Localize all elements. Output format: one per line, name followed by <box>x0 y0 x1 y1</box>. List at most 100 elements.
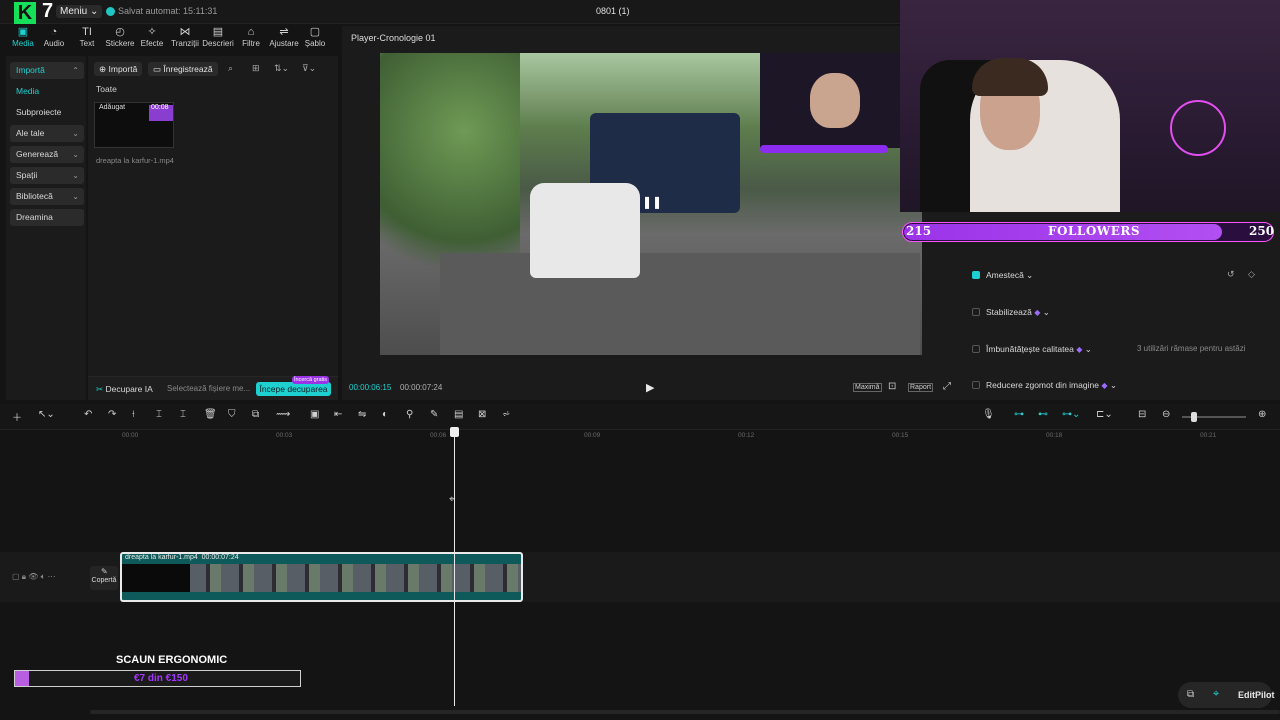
reset-icon[interactable]: ↺ <box>1227 269 1235 280</box>
pause-icon[interactable]: ❚❚ <box>642 195 662 209</box>
track-lock-icon[interactable]: ▢ 🔒︎ 👁︎ 🔈︎ ⋯ <box>12 572 56 582</box>
timeline-ruler[interactable] <box>90 430 1280 442</box>
zoom-out-icon[interactable]: ⊖ <box>1162 409 1170 420</box>
donation-goal-text: €7 din €150 <box>134 673 188 684</box>
tab-templates[interactable]: ▢ Șablo <box>298 26 332 48</box>
link-main-icon[interactable]: ⊶ <box>1014 409 1024 420</box>
tab-effects[interactable]: ✧ Efecte <box>135 26 169 48</box>
microphone-icon[interactable]: 🎙 <box>982 409 995 420</box>
ai-cut-label: ✂ Decupare IA <box>96 384 153 395</box>
keyframe-icon[interactable]: ◇ <box>1248 269 1255 280</box>
person-icon[interactable]: ⚲ <box>406 409 413 420</box>
redo-icon[interactable]: ↷ <box>108 409 116 420</box>
audio-icon: ◔ <box>50 26 58 38</box>
record-button[interactable]: ▭ Înregistrează <box>148 62 218 76</box>
tab-audio[interactable]: ◔ Audio <box>37 26 71 48</box>
tab-adjust[interactable]: ⇌ Ajustare <box>267 26 301 48</box>
nav-label: Ale tale <box>16 128 45 138</box>
tab-text[interactable]: TI Text <box>70 26 104 48</box>
ruler-tick: 00:12 <box>738 432 755 439</box>
select-tool-icon[interactable]: ↖⌄ <box>38 409 55 420</box>
undo-icon[interactable]: ↶ <box>84 409 92 420</box>
trim-left-icon[interactable]: ⌶ <box>156 409 162 420</box>
zoom-slider-handle[interactable] <box>1191 412 1197 422</box>
tab-filters[interactable]: ⌂ Filtre <box>234 26 268 48</box>
tab-captions[interactable]: ▤ Descrieri <box>201 26 235 48</box>
nav-library[interactable]: Bibliotecă ⌄ <box>10 188 84 205</box>
audio-wave-icon[interactable]: ⩫ <box>502 409 510 420</box>
copilot-icon[interactable]: ⌖ <box>1213 688 1219 701</box>
ratio-button[interactable]: Raport <box>908 383 934 392</box>
playhead-handle[interactable] <box>450 427 459 437</box>
filter-icon[interactable]: ⊽⌄ <box>302 63 316 74</box>
zoom-in-icon[interactable]: ⊕ <box>1258 409 1266 420</box>
autosave-icon <box>106 7 115 16</box>
checkbox-icon[interactable] <box>972 381 980 389</box>
prop-stabilize[interactable]: Stabilizează ◆ ⌄ <box>972 307 1050 318</box>
kick-logo: K <box>14 2 36 24</box>
nav-generate[interactable]: Generează ⌄ <box>10 146 84 163</box>
max-quality-button[interactable]: Maximă <box>853 383 882 392</box>
mirror-icon[interactable]: ⇋ <box>358 409 366 420</box>
magic-icon[interactable]: ✎ <box>430 409 438 420</box>
feedback-icon[interactable]: ⧉ <box>1187 689 1194 700</box>
start-cut-button[interactable]: Începe decuparea <box>256 382 331 396</box>
prop-enhance[interactable]: Îmbunătățește calitatea ◆ ⌄ <box>972 344 1092 355</box>
trim-right-icon[interactable]: ⌶ <box>180 409 186 420</box>
nav-label: Bibliotecă <box>16 191 53 201</box>
nav-label: Importă <box>16 65 45 75</box>
nav-spaces[interactable]: Spații ⌄ <box>10 167 84 184</box>
split-icon[interactable]: ⟊ <box>132 409 135 420</box>
search-icon[interactable]: ⌕ <box>228 63 233 74</box>
fit-icon[interactable]: ⊡ <box>888 381 896 392</box>
add-track-icon[interactable]: ＋ <box>12 409 22 424</box>
freeze-icon[interactable]: ▣ <box>310 409 319 420</box>
nav-dreamina[interactable]: Dreamina <box>10 209 84 226</box>
crop-icon[interactable]: ⧉ <box>252 409 259 420</box>
speed-icon[interactable]: ⟿ <box>276 409 290 420</box>
nav-import[interactable]: Importă ⌃ <box>10 62 84 79</box>
chevron-down-icon: ⌄ <box>1084 344 1092 354</box>
media-thumbnail[interactable]: Adăugat 00:08 <box>94 102 174 148</box>
captions-tool-icon[interactable]: ▤ <box>454 409 463 420</box>
media-icon: ▣ <box>17 26 29 38</box>
select-files-label[interactable]: Selectează fișiere me... <box>167 384 250 393</box>
import-button[interactable]: ⊕ Importă <box>94 62 143 76</box>
donation-goal-fill <box>15 671 29 686</box>
prop-denoise[interactable]: Reducere zgomot din imagine ◆ ⌄ <box>972 380 1117 391</box>
prop-blend[interactable]: Amestecă ⌄ <box>972 270 1033 281</box>
nav-subprojects[interactable]: Subproiecte <box>10 104 84 121</box>
preview-axis-icon[interactable]: ⊏⌄ <box>1096 409 1113 420</box>
prop-label: Amestecă <box>986 270 1024 280</box>
delete-icon[interactable]: 🗑 <box>204 409 217 420</box>
fullscreen-icon[interactable]: ⤢ <box>943 381 951 392</box>
sort-icon[interactable]: ⇅⌄ <box>274 63 289 74</box>
tab-media[interactable]: ▣ Media <box>6 26 40 48</box>
menu-button[interactable]: Meniu ⌄ <box>56 5 103 18</box>
scissors-icon: ✂ <box>96 384 104 394</box>
caption-icon[interactable]: ⊟ <box>1138 409 1146 420</box>
magnet-icon[interactable]: ⊷ <box>1038 409 1048 420</box>
play-icon[interactable]: ▶ <box>646 381 654 394</box>
filter-all[interactable]: Toate <box>96 84 117 94</box>
color-icon[interactable]: ◐ <box>382 409 388 420</box>
checkbox-icon[interactable] <box>972 308 980 316</box>
reverse-icon[interactable]: ⇤ <box>334 409 342 420</box>
tab-stickers[interactable]: ◴ Stickere <box>103 26 137 48</box>
checkbox-icon[interactable] <box>972 345 980 353</box>
nav-media[interactable]: Media <box>10 83 84 100</box>
tab-transitions[interactable]: ⋈ Tranziții <box>168 26 202 48</box>
chevron-down-icon: ⌄ <box>1026 270 1034 280</box>
link-icon[interactable]: ⊶⌄ <box>1062 409 1080 420</box>
horizontal-scrollbar[interactable] <box>90 710 1280 714</box>
grid-view-icon[interactable]: ⊞ <box>252 63 260 74</box>
chevron-down-icon: ⌄ <box>72 150 79 159</box>
video-frame[interactable]: ❚❚ <box>380 53 922 355</box>
shield-icon[interactable]: ⛉ <box>228 409 236 420</box>
playhead[interactable] <box>454 428 455 706</box>
tab-label: Descrieri <box>202 39 234 48</box>
checkbox-icon[interactable] <box>972 271 980 279</box>
resize-icon[interactable]: ⊠ <box>478 409 486 420</box>
tab-label: Efecte <box>140 39 164 48</box>
nav-yours[interactable]: Ale tale ⌄ <box>10 125 84 142</box>
